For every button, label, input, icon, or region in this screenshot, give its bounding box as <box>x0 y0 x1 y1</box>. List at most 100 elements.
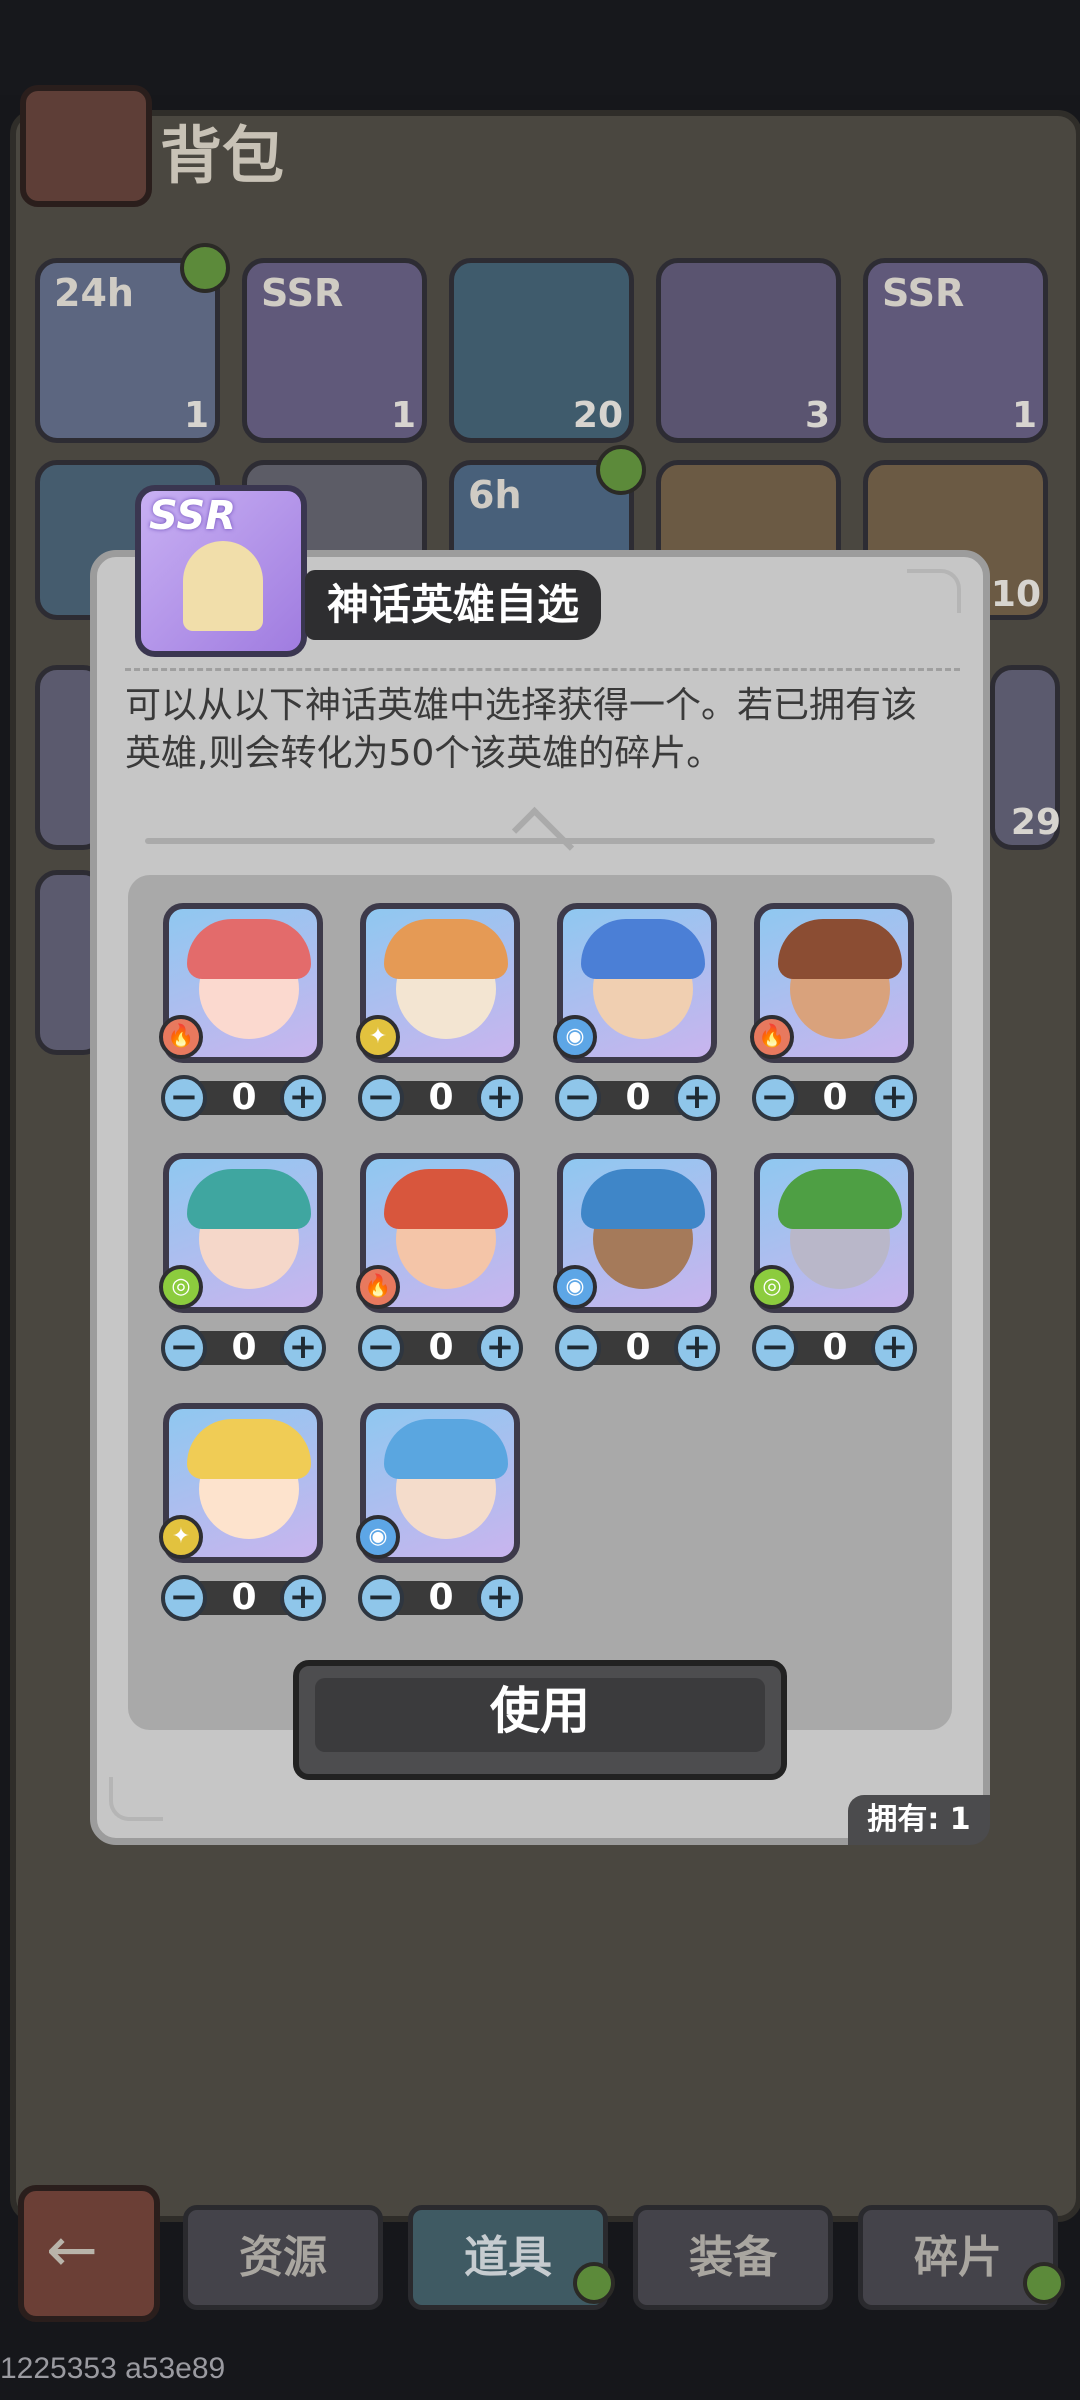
quantity-stepper: −0 + <box>358 1575 523 1621</box>
plus-button[interactable]: + <box>280 1325 326 1371</box>
plus-button[interactable]: + <box>871 1075 917 1121</box>
description-line: 英雄,则会转化为50个该英雄的碎片。 <box>125 733 723 774</box>
fire-element-icon: 🔥 <box>159 1015 203 1059</box>
new-indicator-dot <box>596 445 646 495</box>
slot-count: 29 <box>1010 802 1061 843</box>
slot-tag: SSR <box>882 271 965 315</box>
bag-slot[interactable]: 20 <box>449 258 634 443</box>
minus-button[interactable]: − <box>752 1075 798 1121</box>
back-button[interactable]: ← <box>18 2185 160 2322</box>
slot-count: 1 <box>1011 395 1037 436</box>
quantity-stepper: −0 + <box>161 1325 326 1371</box>
quantity-value: 0 <box>231 1077 257 1118</box>
minus-button[interactable]: − <box>358 1075 404 1121</box>
title-divider <box>125 668 960 671</box>
element-glyph: ◉ <box>565 1024 585 1049</box>
wind-element-icon: ◎ <box>750 1265 794 1309</box>
quantity-value: 0 <box>428 1327 454 1368</box>
slot-count: 1 <box>390 395 416 436</box>
fire-element-icon: 🔥 <box>356 1265 400 1309</box>
description-line: 可以从以下神话英雄中选择获得一个。若已拥有该 <box>125 685 918 726</box>
element-glyph: ✦ <box>368 1024 388 1049</box>
element-glyph: ✦ <box>171 1524 191 1549</box>
quantity-stepper: −0 + <box>161 1575 326 1621</box>
dialog-title: 神话英雄自选 <box>305 570 602 640</box>
quantity-value: 0 <box>231 1327 257 1368</box>
corner-ornament <box>109 1777 163 1821</box>
hero-hair <box>778 919 902 979</box>
minus-button[interactable]: − <box>358 1325 404 1371</box>
minus-button[interactable]: − <box>161 1575 207 1621</box>
quantity-value: 0 <box>625 1077 651 1118</box>
bag-slot[interactable]: 3 <box>656 258 841 443</box>
quantity-value: 0 <box>231 1577 257 1618</box>
quantity-stepper: −0 + <box>161 1075 326 1121</box>
bag-slot[interactable]: 29 <box>990 665 1061 850</box>
plus-button[interactable]: + <box>477 1325 523 1371</box>
minus-button[interactable]: − <box>161 1325 207 1371</box>
plus-button[interactable]: + <box>280 1575 326 1621</box>
water-element-icon: ◉ <box>553 1265 597 1309</box>
top-strip <box>0 0 1080 95</box>
element-glyph: ◉ <box>368 1524 388 1549</box>
bag-slot[interactable]: SSR 1 <box>242 258 427 443</box>
minus-button[interactable]: − <box>358 1575 404 1621</box>
minus-button[interactable]: − <box>555 1075 601 1121</box>
tab-resources[interactable]: 资源 <box>183 2205 383 2310</box>
wind-element-icon: ◎ <box>159 1265 203 1309</box>
corner-ornament <box>907 569 961 613</box>
quantity-value: 0 <box>822 1077 848 1118</box>
quantity-value: 0 <box>428 1077 454 1118</box>
element-glyph: 🔥 <box>167 1024 195 1049</box>
slot-count: 20 <box>572 395 623 436</box>
owned-count: 拥有: 1 <box>848 1795 990 1845</box>
use-button[interactable]: 使用 <box>293 1660 787 1780</box>
quantity-stepper: −0 + <box>555 1325 720 1371</box>
slot-tag: SSR <box>261 271 344 315</box>
slot-tag: 24h <box>54 271 134 315</box>
light-element-icon: ✦ <box>356 1015 400 1059</box>
slot-count: 10 <box>990 574 1041 615</box>
element-glyph: ◉ <box>565 1274 585 1299</box>
quantity-value: 0 <box>822 1327 848 1368</box>
element-glyph: 🔥 <box>364 1274 392 1299</box>
hero-hair <box>384 919 508 979</box>
new-indicator-dot <box>573 2262 615 2304</box>
quantity-value: 0 <box>428 1577 454 1618</box>
hero-hair <box>187 919 311 979</box>
use-button-label: 使用 <box>490 1682 590 1740</box>
back-arrow-icon: ← <box>46 2213 98 2286</box>
minus-button[interactable]: − <box>555 1325 601 1371</box>
plus-button[interactable]: + <box>674 1325 720 1371</box>
fire-element-icon: 🔥 <box>750 1015 794 1059</box>
minus-button[interactable]: − <box>752 1325 798 1371</box>
plus-button[interactable]: + <box>674 1075 720 1121</box>
element-glyph: ◎ <box>762 1274 782 1299</box>
hero-silhouette-icon <box>183 541 263 631</box>
mythic-hero-selector-item: SSR <box>135 485 307 657</box>
tab-equipment[interactable]: 装备 <box>633 2205 833 2310</box>
quantity-value: 0 <box>625 1327 651 1368</box>
quantity-stepper: −0 + <box>555 1075 720 1121</box>
plus-button[interactable]: + <box>477 1075 523 1121</box>
quantity-stepper: −0 + <box>358 1325 523 1371</box>
quantity-stepper: −0 + <box>752 1325 917 1371</box>
new-indicator-dot <box>1023 2262 1065 2304</box>
backpack-title: 背包 <box>160 119 285 192</box>
hero-hair <box>581 919 705 979</box>
minus-button[interactable]: − <box>161 1075 207 1121</box>
slot-count: 1 <box>183 395 209 436</box>
plus-button[interactable]: + <box>280 1075 326 1121</box>
plus-button[interactable]: + <box>871 1325 917 1371</box>
light-element-icon: ✦ <box>159 1515 203 1559</box>
bag-slot[interactable]: SSR 1 <box>863 258 1048 443</box>
watermark-text: 1225353 a53e89 <box>0 2352 226 2385</box>
plus-button[interactable]: + <box>477 1575 523 1621</box>
water-element-icon: ◉ <box>356 1515 400 1559</box>
water-element-icon: ◉ <box>553 1015 597 1059</box>
element-glyph: ◎ <box>171 1274 191 1299</box>
slot-count: 3 <box>804 395 830 436</box>
hero-hair <box>778 1169 902 1229</box>
hero-hair <box>581 1169 705 1229</box>
quantity-stepper: −0 + <box>358 1075 523 1121</box>
